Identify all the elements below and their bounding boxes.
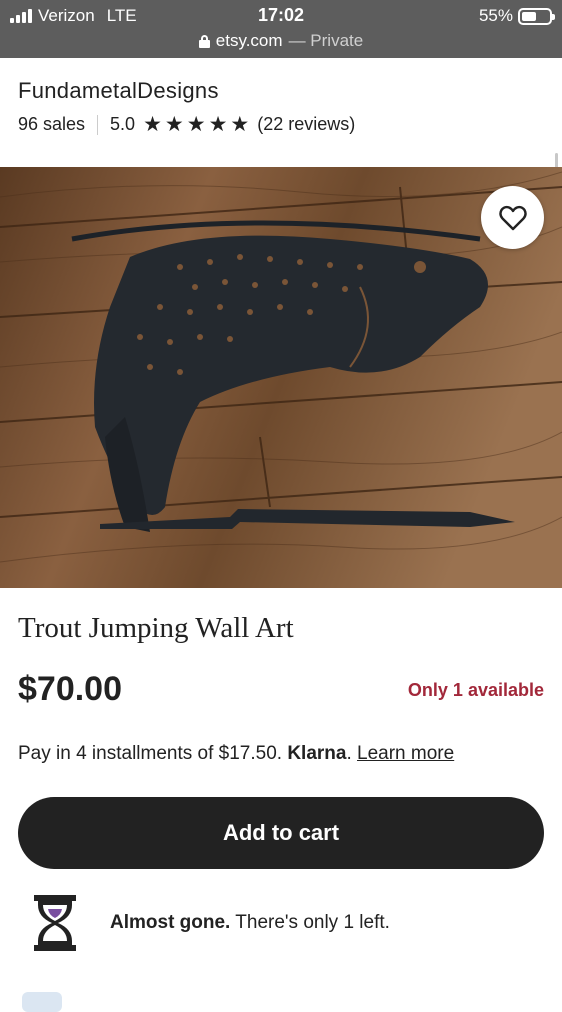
hourglass-icon (34, 895, 76, 951)
lock-icon (198, 34, 210, 48)
shop-header: FundametalDesigns 96 sales 5.0 ★ ★ ★ ★ ★ (22… (18, 78, 355, 135)
battery-icon (518, 7, 555, 25)
shop-stats: 96 sales 5.0 ★ ★ ★ ★ ★ (22 reviews) (18, 114, 355, 135)
address-bar[interactable]: etsy.com — Private (0, 31, 562, 51)
klarna-period: . (346, 743, 352, 764)
next-section-icon (22, 992, 62, 1012)
heart-outline-icon (498, 205, 527, 230)
stats-divider (97, 114, 99, 135)
learn-more-link[interactable]: Learn more (357, 743, 454, 764)
availability-notice: Only 1 available (407, 680, 544, 700)
listing-price: $70.00 (18, 670, 122, 708)
review-count-link[interactable]: (22 reviews) (257, 114, 355, 135)
status-bar: Verizon LTE 17:02 55% etsy.com — Private (0, 0, 562, 58)
star-icon: ★ (164, 113, 184, 136)
scarcity-detail: There's only 1 left. (235, 912, 390, 933)
star-icon: ★ (208, 113, 228, 136)
star-icon: ★ (143, 113, 162, 136)
product-image[interactable] (0, 167, 562, 588)
battery-percent: 55% (478, 6, 513, 25)
klarna-logo: Klarna (287, 743, 347, 764)
klarna-installments: Pay in 4 installments of $17.50. Klarna.… (18, 743, 454, 765)
rating-value: 5.0 (110, 114, 136, 134)
trout-wall-art-photo (0, 167, 562, 588)
rating-stars: ★ ★ ★ ★ ★ (143, 114, 249, 135)
installments-text: Pay in 4 installments of $17.50. (18, 743, 283, 764)
clock: 17:02 (257, 5, 305, 25)
sales-count: 96 sales (18, 114, 86, 134)
scarcity-bold: Almost gone. (110, 912, 231, 933)
star-icon: ★ (186, 113, 206, 136)
add-to-cart-button[interactable]: Add to cart (18, 797, 544, 869)
url-host: etsy.com (215, 31, 283, 50)
battery-status: 55% (478, 6, 555, 26)
private-mode-label: — Private (288, 31, 364, 50)
shop-name-link[interactable]: FundametalDesigns (18, 78, 355, 104)
scarcity-text: Almost gone. There's only 1 left. (110, 912, 390, 934)
star-icon: ★ (230, 113, 250, 136)
scarcity-notice: Almost gone. There's only 1 left. (34, 895, 390, 951)
favorite-button[interactable] (481, 186, 544, 249)
listing-title: Trout Jumping Wall Art (18, 612, 294, 644)
